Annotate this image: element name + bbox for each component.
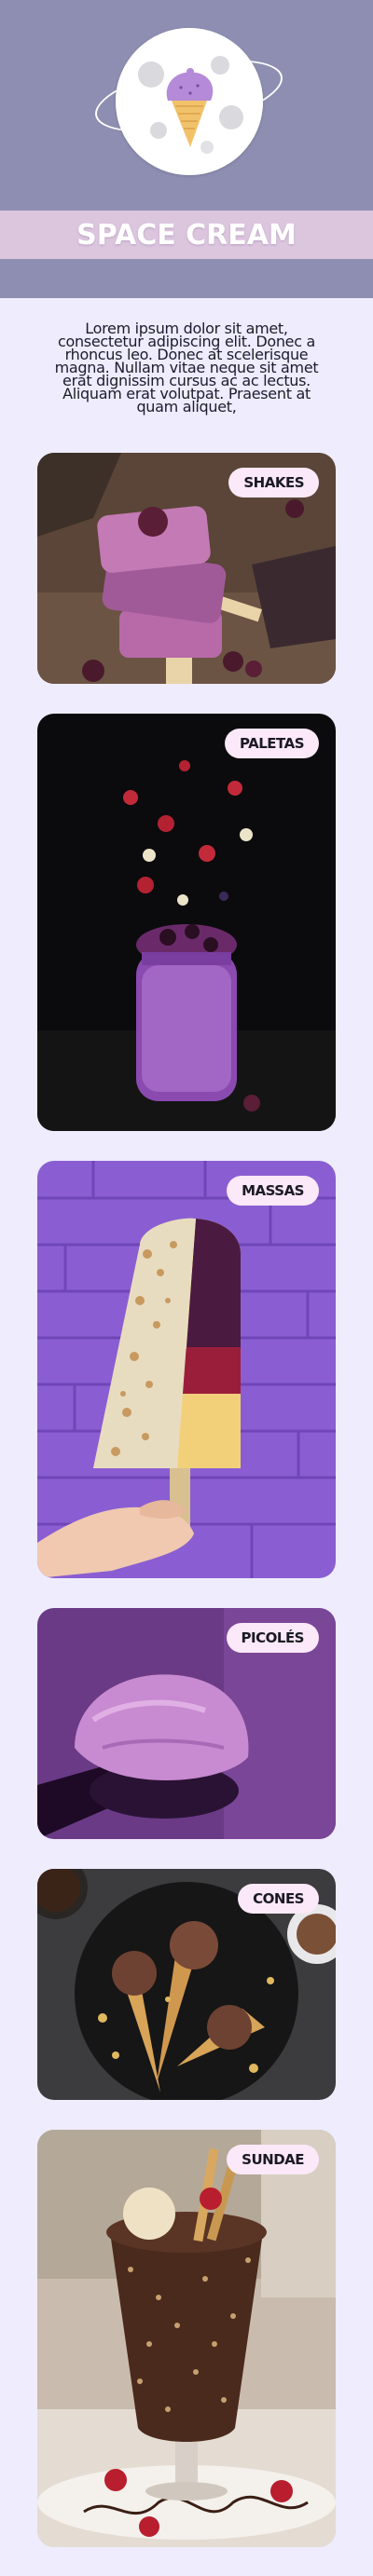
category-badge[interactable]: SHAKES — [228, 468, 319, 497]
category-badge[interactable]: MASSAS — [227, 1176, 319, 1206]
title-band: SPACE CREAM — [0, 211, 373, 259]
ice-cream-planet-icon — [116, 28, 263, 175]
intro-text: Lorem ipsum dolor sit amet, consectetur … — [54, 320, 319, 416]
category-badge[interactable]: PALETAS — [224, 729, 319, 758]
category-card-shakes[interactable]: SHAKES — [37, 453, 336, 684]
category-badge[interactable]: SUNDAE — [227, 2145, 319, 2174]
category-card-paletas[interactable]: PALETAS — [37, 714, 336, 1131]
category-badge[interactable]: PICOLÉS — [226, 1623, 319, 1653]
category-card-massas[interactable]: MASSAS — [37, 1161, 336, 1578]
milkshake-jar-photo — [37, 714, 336, 1131]
popsicle-hand-photo — [37, 1161, 336, 1578]
brand-title: SPACE CREAM — [76, 218, 297, 252]
header: SPACE CREAM — [0, 0, 373, 298]
chocolate-sundae-photo — [37, 2130, 336, 2547]
category-card-picoles[interactable]: PICOLÉS — [37, 1608, 336, 1839]
logo[interactable] — [116, 28, 263, 175]
category-card-cones[interactable]: CONES — [37, 1869, 336, 2100]
category-badge[interactable]: CONES — [238, 1884, 319, 1914]
category-card-sundae[interactable]: SUNDAE — [37, 2130, 336, 2547]
